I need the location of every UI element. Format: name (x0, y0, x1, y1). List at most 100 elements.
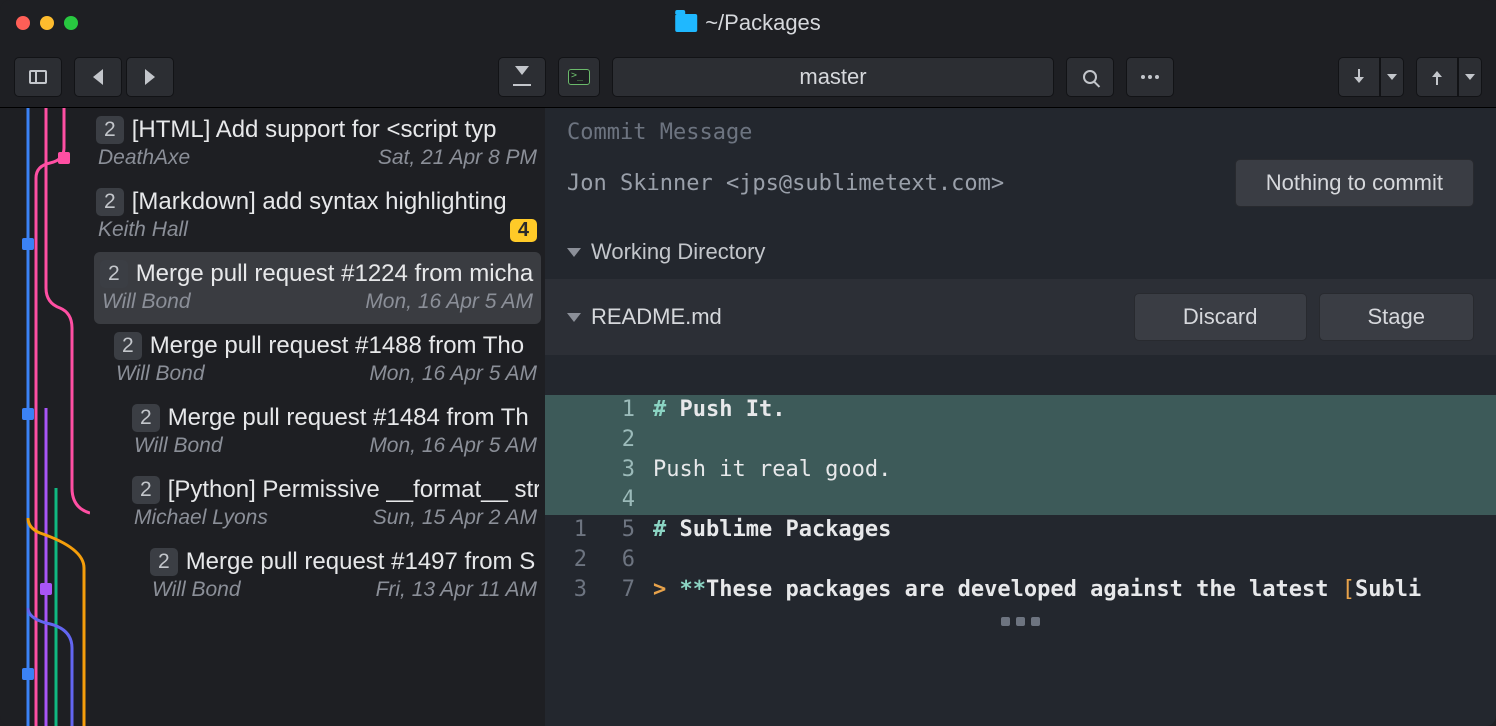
working-directory-header[interactable]: Working Directory (545, 225, 1496, 279)
commit-graph (0, 108, 90, 726)
commit-item[interactable]: 2 Merge pull request #1488 from ThoWill B… (90, 324, 545, 396)
commit-list[interactable]: 2 [HTML] Add support for <script typDeath… (90, 108, 545, 726)
stash-icon (513, 68, 531, 86)
commit-count-badge: 2 (132, 476, 160, 504)
diff-line: 4 (545, 485, 1496, 515)
toggle-sidebar-button[interactable] (14, 57, 62, 97)
commit-author: Will Bond (116, 362, 205, 386)
pull-menu-button[interactable] (1380, 57, 1404, 97)
diff-line: 26 (545, 545, 1496, 575)
hunk-pager[interactable] (545, 605, 1496, 630)
commit-title-text: [Markdown] add syntax highlighting (132, 188, 507, 216)
push-button[interactable] (1416, 57, 1458, 97)
commit-title-text: Merge pull request #1488 from Tho (150, 332, 524, 360)
search-icon (1083, 70, 1097, 84)
commit-count-badge: 2 (114, 332, 142, 360)
commit-item[interactable]: 2 [Markdown] add syntax highlightingKeith… (90, 180, 545, 252)
commit-badge: 4 (510, 219, 537, 242)
chevron-down-icon (567, 313, 581, 322)
commit-count-badge: 2 (132, 404, 160, 432)
folder-icon (675, 14, 697, 32)
nav-group (74, 57, 174, 97)
branch-selector[interactable]: master (612, 57, 1054, 97)
chevron-left-icon (93, 69, 103, 85)
diff-line: 3Push it real good. (545, 455, 1496, 485)
branch-name: master (799, 64, 866, 90)
body: 2 [HTML] Add support for <script typDeath… (0, 108, 1496, 726)
commit-item[interactable]: 2 Merge pull request #1484 from ThWill Bo… (90, 396, 545, 468)
window-title: ~/Packages (675, 10, 821, 36)
commit-date: Fri, 13 Apr 11 AM (376, 578, 537, 602)
window-controls (16, 16, 78, 30)
push-button-group (1416, 57, 1482, 97)
pull-button[interactable] (1338, 57, 1380, 97)
commit-author: Keith Hall (98, 218, 188, 242)
search-button[interactable] (1066, 57, 1114, 97)
push-menu-button[interactable] (1458, 57, 1482, 97)
commit-date: Sun, 15 Apr 2 AM (373, 506, 537, 530)
graph-svg (0, 108, 90, 726)
commit-message-label: Commit Message (545, 108, 1496, 149)
sidebar-icon (29, 70, 47, 84)
app-window: ~/Packages master (0, 0, 1496, 726)
diff-line: 1# Push It. (545, 395, 1496, 425)
titlebar: ~/Packages (0, 0, 1496, 46)
commit-count-badge: 2 (150, 548, 178, 576)
commit-date: Mon, 16 Apr 5 AM (365, 290, 533, 314)
commit-count-badge: 2 (96, 116, 124, 144)
pull-icon (1352, 69, 1366, 85)
diff-line: 15# Sublime Packages (545, 515, 1496, 545)
terminal-button[interactable] (558, 57, 600, 97)
commit-date: Sat, 21 Apr 8 PM (378, 146, 537, 170)
commit-author: DeathAxe (98, 146, 190, 170)
chevron-down-icon (567, 248, 581, 257)
more-button[interactable] (1126, 57, 1174, 97)
commit-author: Will Bond (102, 290, 191, 314)
stage-button[interactable]: Stage (1319, 293, 1475, 341)
commit-button[interactable]: Nothing to commit (1235, 159, 1474, 207)
toolbar: master (0, 46, 1496, 108)
discard-button[interactable]: Discard (1134, 293, 1307, 341)
author-text: Jon Skinner <jps@sublimetext.com> (567, 171, 1004, 196)
file-name: README.md (591, 304, 722, 330)
working-directory-label: Working Directory (591, 239, 765, 265)
commit-title-text: [Python] Permissive __format__ str (168, 476, 539, 504)
commit-title-text: Merge pull request #1497 from S (186, 548, 536, 576)
terminal-icon (568, 69, 590, 85)
maximize-icon[interactable] (64, 16, 78, 30)
commit-item[interactable]: 2 Merge pull request #1497 from SWill Bon… (90, 540, 545, 612)
detail-panel: Commit Message Jon Skinner <jps@sublimet… (545, 108, 1496, 726)
commit-date: Mon, 16 Apr 5 AM (369, 362, 537, 386)
commit-date: Mon, 16 Apr 5 AM (369, 434, 537, 458)
author-row: Jon Skinner <jps@sublimetext.com> Nothin… (545, 149, 1496, 225)
commit-count-badge: 2 (100, 260, 128, 288)
diff-view[interactable]: 1# Push It.23Push it real good.415# Subl… (545, 395, 1496, 605)
commit-count-badge: 2 (96, 188, 124, 216)
commit-title-text: Merge pull request #1484 from Th (168, 404, 529, 432)
chevron-down-icon (1387, 74, 1397, 80)
close-icon[interactable] (16, 16, 30, 30)
commit-title-text: Merge pull request #1224 from micha (136, 260, 534, 288)
commit-title-text: [HTML] Add support for <script typ (132, 116, 497, 144)
commit-author: Michael Lyons (134, 506, 268, 530)
diff-blank (545, 355, 1496, 395)
chevron-right-icon (145, 69, 155, 85)
stash-button[interactable] (498, 57, 546, 97)
pull-button-group (1338, 57, 1404, 97)
forward-button[interactable] (126, 57, 174, 97)
diff-line: 37> **These packages are developed again… (545, 575, 1496, 605)
file-header[interactable]: README.md (567, 304, 722, 330)
window-title-text: ~/Packages (705, 10, 821, 36)
commit-item[interactable]: 2 [HTML] Add support for <script typDeath… (90, 108, 545, 180)
more-icon (1141, 75, 1159, 79)
commit-author: Will Bond (152, 578, 241, 602)
file-row: README.md Discard Stage (545, 279, 1496, 355)
commit-item[interactable]: 2 Merge pull request #1224 from michaWill… (94, 252, 541, 324)
minimize-icon[interactable] (40, 16, 54, 30)
push-icon (1430, 69, 1444, 85)
back-button[interactable] (74, 57, 122, 97)
chevron-down-icon (1465, 74, 1475, 80)
commit-item[interactable]: 2 [Python] Permissive __format__ strMicha… (90, 468, 545, 540)
diff-line: 2 (545, 425, 1496, 455)
commit-author: Will Bond (134, 434, 223, 458)
